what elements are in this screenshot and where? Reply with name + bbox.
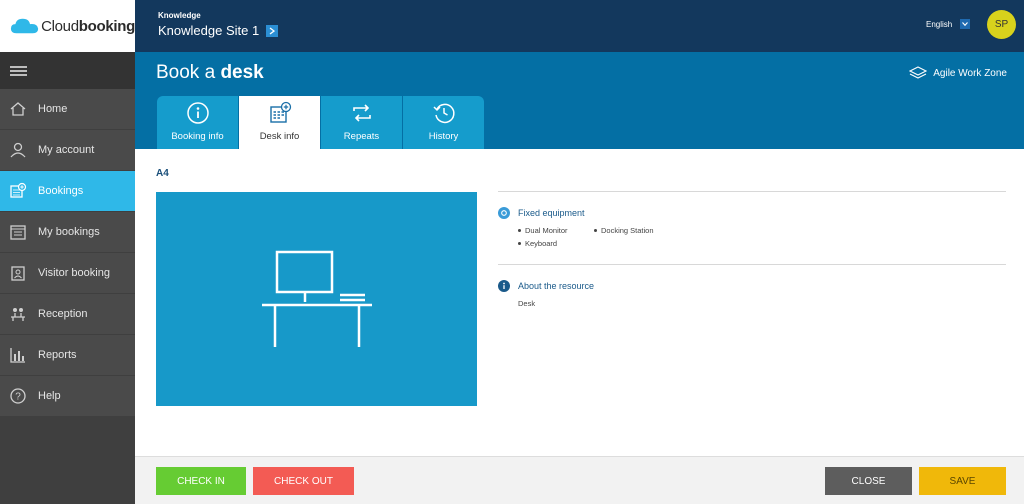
home-icon xyxy=(9,100,27,118)
hamburger-icon xyxy=(10,64,27,78)
sidebar-item-my-account[interactable]: My account xyxy=(0,130,135,170)
tab-bar: Booking info Desk info Repeats History xyxy=(157,96,485,149)
calendar-plus-icon xyxy=(9,182,27,200)
reception-icon xyxy=(9,305,27,323)
tab-label: History xyxy=(428,131,459,142)
page-header: Book a desk Agile Work Zone Booking info… xyxy=(135,52,1024,149)
site-name: Knowledge Site 1 xyxy=(158,23,260,38)
desk-calendar-icon xyxy=(269,101,291,123)
sidebar-item-reports[interactable]: Reports xyxy=(0,335,135,375)
calendar-list-icon xyxy=(9,223,27,241)
help-icon: ? xyxy=(9,387,27,405)
user-icon xyxy=(9,141,27,159)
chevron-down-icon[interactable] xyxy=(960,19,971,29)
close-button[interactable]: CLOSE xyxy=(825,467,912,495)
action-footer: CHECK IN CHECK OUT CLOSE SAVE xyxy=(135,456,1024,504)
tab-label: Desk info xyxy=(259,131,300,142)
resource-type: Desk xyxy=(518,299,536,308)
zone-name: Agile Work Zone xyxy=(933,67,1007,79)
sidebar-item-help[interactable]: ? Help xyxy=(0,376,135,416)
equipment-icon xyxy=(498,207,510,219)
sidebar-item-label: Reports xyxy=(38,349,77,361)
sidebar-item-visitor-booking[interactable]: Visitor booking xyxy=(0,253,135,293)
tab-repeats[interactable]: Repeats xyxy=(321,96,402,149)
divider xyxy=(498,264,1006,265)
history-icon xyxy=(432,103,455,124)
zone-label: Agile Work Zone xyxy=(909,66,1007,80)
tab-label: Repeats xyxy=(343,131,380,142)
menu-toggle[interactable] xyxy=(0,52,135,89)
sidebar-item-label: Help xyxy=(38,390,61,402)
sidebar: Cloudbooking Home My account Bookings My… xyxy=(0,0,135,504)
about-resource-heading: About the resource xyxy=(498,280,594,292)
equipment-item: Keyboard xyxy=(518,239,557,248)
repeat-icon xyxy=(352,104,371,122)
sidebar-item-label: Home xyxy=(38,103,68,115)
visitor-icon xyxy=(9,264,27,282)
language-selector[interactable]: English xyxy=(926,19,971,29)
desk-icon xyxy=(262,250,372,347)
resource-name: A4 xyxy=(156,168,169,179)
save-button[interactable]: SAVE xyxy=(919,467,1006,495)
divider xyxy=(498,191,1006,192)
cloud-logo-icon xyxy=(10,18,39,34)
language-label: English xyxy=(926,19,953,29)
check-out-button[interactable]: CHECK OUT xyxy=(253,467,354,495)
bar-chart-icon xyxy=(9,346,27,364)
sidebar-item-label: Visitor booking xyxy=(38,267,110,279)
sidebar-item-my-bookings[interactable]: My bookings xyxy=(0,212,135,252)
equipment-item: Docking Station xyxy=(594,226,654,235)
desk-illustration xyxy=(156,192,477,406)
about-resource-title: About the resource xyxy=(518,281,595,291)
sidebar-item-label: My account xyxy=(38,144,95,156)
equipment-item: Dual Monitor xyxy=(518,226,568,235)
sidebar-item-label: My bookings xyxy=(38,226,100,238)
page-title: Book a desk xyxy=(156,62,264,83)
sidebar-item-reception[interactable]: Reception xyxy=(0,294,135,334)
tab-label: Booking info xyxy=(171,131,224,142)
fixed-equipment-heading: Fixed equipment xyxy=(498,207,585,219)
sidebar-item-label: Bookings xyxy=(38,185,84,197)
sidebar-item-bookings[interactable]: Bookings xyxy=(0,171,135,211)
top-header: Knowledge Knowledge Site 1 English SP xyxy=(135,0,1024,52)
tab-history[interactable]: History xyxy=(403,96,484,149)
sidebar-item-label: Reception xyxy=(38,308,88,320)
tab-desk-info[interactable]: Desk info xyxy=(239,96,320,149)
sidebar-item-home[interactable]: Home xyxy=(0,89,135,129)
fixed-equipment-title: Fixed equipment xyxy=(518,208,585,218)
site-selector[interactable]: Knowledge Site 1 xyxy=(158,23,279,38)
check-in-button[interactable]: CHECK IN xyxy=(156,467,246,495)
tab-booking-info[interactable]: Booking info xyxy=(157,96,238,149)
avatar[interactable]: SP xyxy=(987,10,1016,39)
breadcrumb-parent: Knowledge xyxy=(158,11,201,20)
layers-icon xyxy=(909,66,928,79)
logo-text: Cloudbooking xyxy=(41,17,135,35)
logo[interactable]: Cloudbooking xyxy=(0,0,135,52)
svg-text:?: ? xyxy=(15,392,21,403)
chevron-right-icon[interactable] xyxy=(266,24,279,37)
info-icon xyxy=(498,280,510,292)
info-icon xyxy=(186,102,209,124)
